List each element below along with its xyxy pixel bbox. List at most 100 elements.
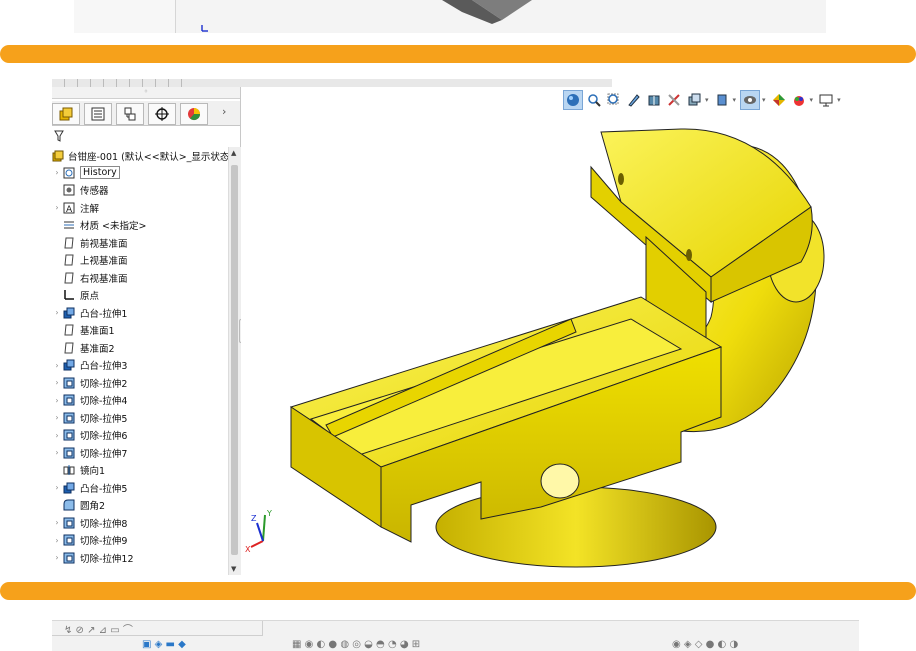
triad-x-label: X: [245, 545, 251, 553]
feature-tree-item[interactable]: › 切除-拉伸7: [52, 444, 228, 461]
cmd-tab[interactable]: [91, 79, 104, 87]
expand-arrow-icon[interactable]: ›: [52, 518, 62, 527]
fillet-icon: [62, 498, 76, 512]
cmd-tab[interactable]: [117, 79, 130, 87]
chevron-down-icon[interactable]: ▾: [705, 96, 709, 104]
cmd-tab[interactable]: [65, 79, 78, 87]
svg-text:A: A: [66, 205, 73, 214]
view-settings-icon[interactable]: [790, 91, 808, 109]
feature-manager-panel: ◦ › 台钳座-001 (默认<<默认>_显示状态 1 › History 传感…: [52, 87, 241, 575]
feature-tree-item[interactable]: › 切除-拉伸2: [52, 374, 228, 391]
feature-tree-item[interactable]: › 凸台-拉伸5: [52, 479, 228, 496]
feature-tree-item-label: 基准面1: [80, 326, 115, 337]
cmd-tab[interactable]: [169, 79, 182, 87]
feature-tree-item[interactable]: 传感器: [52, 182, 228, 199]
expand-arrow-icon[interactable]: ›: [52, 483, 62, 492]
cmd-tab[interactable]: [78, 79, 91, 87]
extrude-cut-icon: [62, 393, 76, 407]
feature-tree-item[interactable]: › 切除-拉伸9: [52, 532, 228, 549]
feature-tree-item-label: 切除-拉伸12: [80, 553, 134, 565]
manager-tab-row: ›: [52, 101, 240, 126]
edit-appearance-icon[interactable]: [740, 90, 761, 110]
expand-arrow-icon[interactable]: ›: [52, 361, 62, 370]
chevron-down-icon[interactable]: ▾: [837, 96, 841, 104]
cmd-tab[interactable]: [104, 79, 117, 87]
section-view-icon[interactable]: [625, 91, 643, 109]
feature-tree-item[interactable]: 右视基准面: [52, 269, 228, 286]
extrude-boss-icon: [62, 306, 76, 320]
expand-arrow-icon[interactable]: ›: [52, 431, 62, 440]
extrude-cut-icon: [62, 533, 76, 547]
panel-collapse-strip[interactable]: ◦: [52, 87, 240, 99]
feature-tree-item[interactable]: 原点: [52, 287, 228, 304]
expand-arrow-icon[interactable]: ›: [52, 308, 62, 317]
feature-tree-item[interactable]: › A 注解: [52, 199, 228, 216]
chevron-down-icon[interactable]: ▾: [762, 96, 766, 104]
tab-property-manager[interactable]: [84, 103, 112, 125]
cmd-tab[interactable]: [156, 79, 169, 87]
feature-tree-item[interactable]: › History: [52, 164, 228, 181]
tree-scrollbar[interactable]: ▲ ▼: [228, 147, 241, 575]
feature-tree-item-label: 材质 <未指定>: [80, 221, 147, 232]
feature-tree-item[interactable]: 基准面1: [52, 322, 228, 339]
cmd-tab[interactable]: [52, 79, 65, 87]
feature-tree-item-label: 切除-拉伸8: [80, 518, 128, 530]
feature-tree-item[interactable]: 上视基准面: [52, 252, 228, 269]
tab-dimxpert-manager[interactable]: [148, 103, 176, 125]
feature-tree-item[interactable]: › 切除-拉伸12: [52, 549, 228, 566]
feature-tree-item[interactable]: › 凸台-拉伸1: [52, 304, 228, 321]
display-style-icon[interactable]: [685, 91, 703, 109]
vise-base-model[interactable]: [241, 87, 866, 575]
expand-arrow-icon[interactable]: ›: [52, 396, 62, 405]
feature-tree-item[interactable]: 圆角2: [52, 497, 228, 514]
fragment-left-pane: [74, 0, 176, 33]
fragment-glyph: ▦ ◉ ◐ ● ◍ ◎ ◒ ◓ ◔ ◕ ⊞: [292, 639, 421, 650]
previous-view-icon[interactable]: [605, 91, 623, 109]
expand-arrow-icon[interactable]: ›: [52, 168, 62, 177]
scroll-up-icon[interactable]: ▲: [231, 149, 236, 157]
feature-tree-item[interactable]: › 凸台-拉伸3: [52, 357, 228, 374]
zoom-to-fit-icon[interactable]: [563, 90, 583, 110]
extrude-cut-icon: [62, 551, 76, 565]
scrollbar-thumb[interactable]: [231, 165, 238, 555]
chevron-down-icon[interactable]: ▾: [733, 96, 737, 104]
tab-display-manager[interactable]: [180, 103, 208, 125]
feature-tree-item-label: 基准面2: [80, 343, 115, 355]
feature-tree-item[interactable]: › 切除-拉伸5: [52, 409, 228, 426]
triad-z-label: Z: [251, 514, 257, 523]
separator-band-bottom: [0, 582, 916, 600]
feature-tree-item[interactable]: 镜向1: [52, 462, 228, 479]
hide-show-icon[interactable]: [713, 91, 731, 109]
feature-tree-item[interactable]: 基准面2: [52, 339, 228, 356]
feature-tree-item[interactable]: › 切除-拉伸6: [52, 427, 228, 444]
fragment-triad-icon: [201, 25, 208, 32]
feature-tree-item[interactable]: 材质 <未指定>: [52, 217, 228, 234]
expand-arrow-icon[interactable]: ›: [52, 378, 62, 387]
graphics-area[interactable]: ▾ ▾ ▾ ▾ ▾ Y X Z: [241, 87, 866, 575]
cmd-tab[interactable]: [143, 79, 156, 87]
feature-tree-item[interactable]: › 切除-拉伸4: [52, 392, 228, 409]
expand-arrow-icon[interactable]: ›: [52, 203, 62, 212]
feature-tree-item[interactable]: › 切除-拉伸8: [52, 514, 228, 531]
plane-icon: [62, 236, 76, 250]
feature-tree-item[interactable]: 前视基准面: [52, 234, 228, 251]
tab-scroll-right-icon[interactable]: ›: [222, 105, 226, 118]
view-orientation-icon[interactable]: [665, 91, 683, 109]
dynamic-annotation-icon[interactable]: [645, 91, 663, 109]
expand-arrow-icon[interactable]: ›: [52, 536, 62, 545]
filter-icon[interactable]: [54, 130, 64, 142]
expand-arrow-icon[interactable]: ›: [52, 413, 62, 422]
chevron-down-icon[interactable]: ▾: [810, 96, 814, 104]
cmd-tab[interactable]: [130, 79, 143, 87]
tab-feature-manager[interactable]: [52, 103, 80, 125]
apply-scene-icon[interactable]: [770, 91, 788, 109]
scroll-down-icon[interactable]: ▼: [231, 565, 236, 573]
expand-arrow-icon[interactable]: ›: [52, 553, 62, 562]
sensor-icon: [62, 183, 76, 197]
monitor-icon[interactable]: [817, 91, 835, 109]
feature-tree-item-label: 切除-拉伸6: [80, 431, 128, 442]
feature-tree-root[interactable]: 台钳座-001 (默认<<默认>_显示状态 1: [52, 147, 228, 164]
zoom-to-area-icon[interactable]: [585, 91, 603, 109]
tab-configuration-manager[interactable]: [116, 103, 144, 125]
expand-arrow-icon[interactable]: ›: [52, 448, 62, 457]
